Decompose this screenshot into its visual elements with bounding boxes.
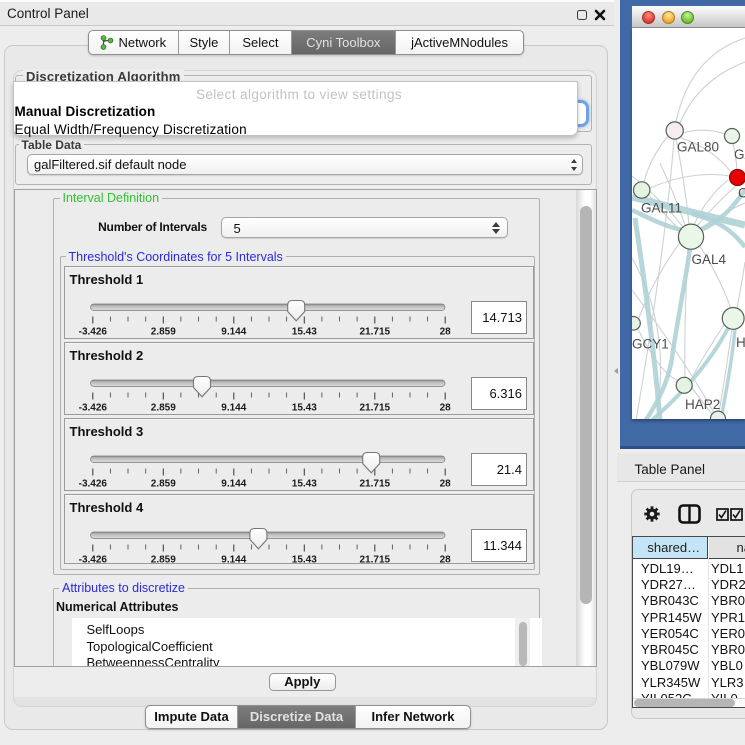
svg-text:28: 28 <box>439 555 451 566</box>
svg-text:15.43: 15.43 <box>291 403 316 414</box>
svg-text:15.43: 15.43 <box>291 555 316 566</box>
svg-text:21.715: 21.715 <box>359 479 390 490</box>
svg-text:2.859: 2.859 <box>150 327 175 338</box>
svg-text:GAL11: GAL11 <box>641 200 682 215</box>
svg-text:HAP2: HAP2 <box>685 397 720 412</box>
svg-text:15.43: 15.43 <box>291 327 316 338</box>
svg-text:GAL80: GAL80 <box>677 139 719 154</box>
svg-text:15.43: 15.43 <box>291 479 316 490</box>
svg-text:21.715: 21.715 <box>359 403 390 414</box>
svg-text:9.144: 9.144 <box>221 479 246 490</box>
svg-text:21.715: 21.715 <box>359 327 390 338</box>
svg-text:9.144: 9.144 <box>221 403 246 414</box>
svg-text:GCY1: GCY1 <box>632 336 669 351</box>
svg-text:C: C <box>738 185 745 200</box>
svg-text:9.144: 9.144 <box>221 555 246 566</box>
svg-text:GA: GA <box>734 147 745 162</box>
svg-text:-3.426: -3.426 <box>78 327 107 338</box>
svg-text:28: 28 <box>439 403 451 414</box>
svg-text:2.859: 2.859 <box>150 403 175 414</box>
svg-text:28: 28 <box>439 479 451 490</box>
svg-text:-3.426: -3.426 <box>78 403 107 414</box>
svg-text:H: H <box>736 335 745 350</box>
svg-text:28: 28 <box>439 327 451 338</box>
svg-text:-3.426: -3.426 <box>78 555 107 566</box>
svg-text:21.715: 21.715 <box>359 555 390 566</box>
svg-text:-3.426: -3.426 <box>78 479 107 490</box>
svg-text:GAL4: GAL4 <box>692 252 727 267</box>
svg-text:9.144: 9.144 <box>221 327 246 338</box>
svg-text:2.859: 2.859 <box>150 479 175 490</box>
svg-text:2.859: 2.859 <box>150 555 175 566</box>
